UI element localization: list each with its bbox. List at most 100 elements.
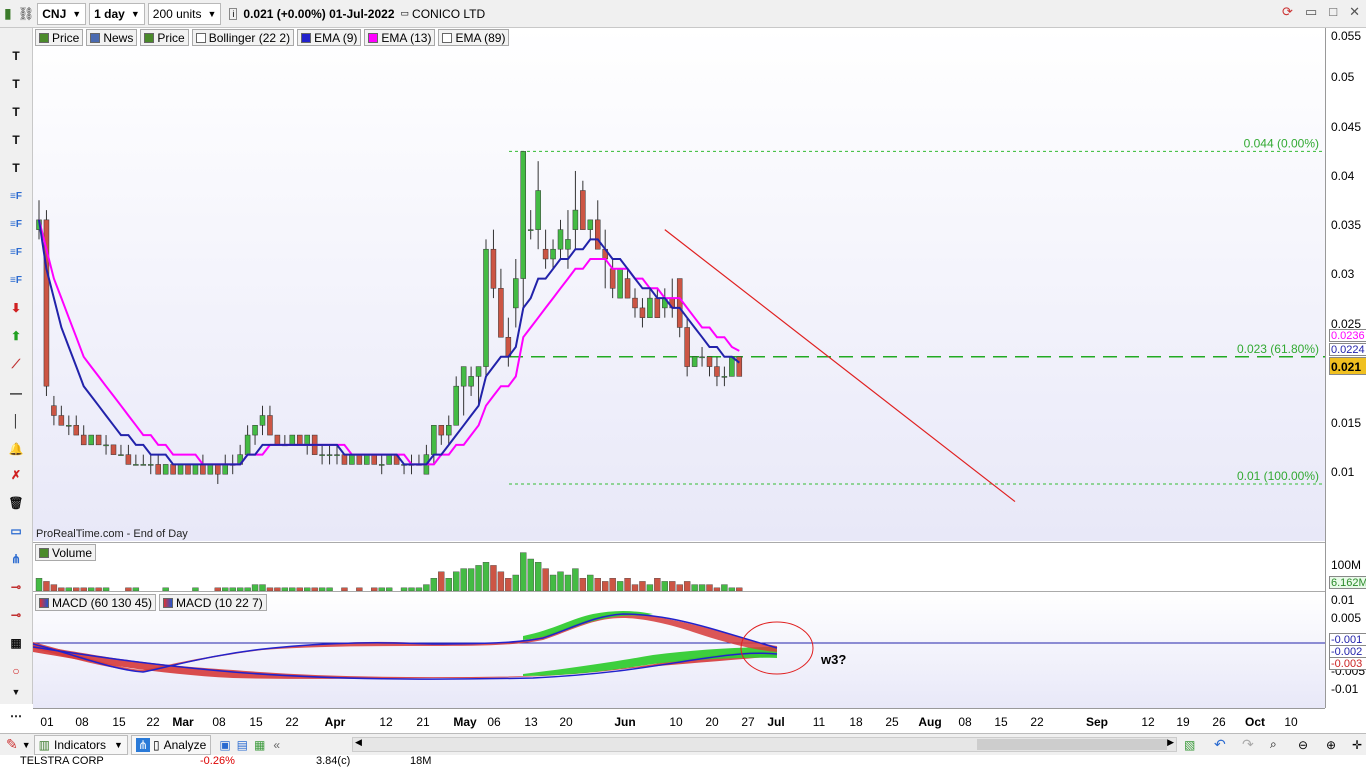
candle-body: [624, 278, 631, 299]
sell-arrow-icon[interactable]: ⬇: [5, 298, 27, 318]
macd-panel[interactable]: MACD (60 130 45) MACD (10 22 7) w3?: [33, 591, 1325, 708]
volume-bar: [572, 568, 579, 591]
share-icon[interactable]: ⋔: [5, 549, 27, 569]
compare-icon[interactable]: ▤: [237, 738, 248, 752]
date-axis[interactable]: 01 08 15 22 Mar 08 15 22 Apr 12 21 May 06 13 20 Jun 10 20…: [33, 708, 1325, 733]
line-tool-icon[interactable]: ⊸: [5, 605, 27, 625]
scroll-right-icon[interactable]: ▶: [1167, 737, 1174, 748]
zoom-rect-icon[interactable]: ⌕: [1270, 737, 1277, 752]
candle-body: [468, 376, 474, 387]
date-axis-label: 25: [885, 715, 899, 729]
candle-body: [244, 434, 251, 455]
alert-delete-icon[interactable]: ✗: [5, 465, 27, 485]
price-tag: 0.0236: [1329, 329, 1366, 342]
chart-type-icon[interactable]: ▮: [4, 5, 12, 22]
collapse-icon[interactable]: «: [273, 738, 280, 752]
top-toolbar: ▮ ⛓ CNJ ▼ 1 day ▼ 200 units ▼ i 0.021 (+0.0…: [0, 0, 1366, 28]
chevron-down-icon[interactable]: ▼: [22, 740, 31, 750]
chart-scrollbar[interactable]: ◀ ▶: [352, 737, 1177, 752]
ticker-change: -0.26%: [200, 755, 235, 767]
date-axis-label: 01: [40, 715, 54, 729]
ticker-strip[interactable]: TELSTRA CORP -0.26% 3.84(c) 18M: [0, 755, 1366, 768]
volume-panel[interactable]: Volume: [33, 542, 1325, 591]
drawing-toolbar: T T T T T ≡F ≡F ≡F ≡F ⬇ ⬆ ⟋ — │ 🔔 ✗ 🗑 ▭ ⋔ ⊸ ⊸ ▦ ○ ▼ ⋯: [0, 28, 33, 723]
sync-icon[interactable]: ⟳: [1282, 4, 1293, 20]
zoom-in-icon[interactable]: ⊕: [1326, 738, 1336, 752]
minimize-icon[interactable]: ▭: [1305, 4, 1317, 20]
volume-chart[interactable]: [33, 543, 1325, 591]
candle-body: [535, 190, 541, 230]
fibonacci-icon[interactable]: ≡F: [5, 270, 27, 290]
date-axis-label: 10: [669, 715, 683, 729]
undo-icon[interactable]: ↶: [1214, 736, 1226, 753]
ellipse-icon[interactable]: ○: [5, 661, 27, 681]
macd-tag: -0.003: [1329, 657, 1366, 670]
more-icon[interactable]: ⋯: [5, 706, 27, 726]
fibonacci-icon[interactable]: ≡F: [5, 242, 27, 262]
price-chart[interactable]: 0.044 (0.00%) 0.023 (61.80%) 0.01 (100.00%…: [33, 28, 1325, 541]
rectangle-icon[interactable]: ▭: [5, 521, 27, 541]
text-tool-icon[interactable]: T: [5, 158, 27, 178]
text-tool-icon[interactable]: T: [5, 102, 27, 122]
date-axis-label: 10: [1284, 715, 1298, 729]
price-panel[interactable]: Price News Price Bollinger (22 2) EMA (9) EMA…: [33, 28, 1325, 541]
zoom-fit-icon[interactable]: ▧: [1184, 738, 1195, 752]
candle-body: [654, 297, 661, 318]
scroll-thumb[interactable]: [977, 739, 1167, 750]
buy-arrow-icon[interactable]: ⬆: [5, 326, 27, 346]
maximize-icon[interactable]: □: [1329, 4, 1337, 20]
units-label: 200 units: [152, 6, 202, 21]
candle-body: [684, 327, 690, 367]
link-icon[interactable]: ⛓: [18, 6, 35, 22]
period-selector[interactable]: 1 day ▼: [89, 2, 145, 25]
volume-bar: [438, 571, 445, 591]
macd-axis-label: 0.01: [1331, 593, 1355, 607]
symbol-selector[interactable]: CNJ ▼: [37, 2, 87, 25]
screen-icon[interactable]: ▣: [219, 738, 230, 752]
volume-bar: [512, 574, 519, 591]
analyze-button[interactable]: ⋔ ▯ Analyze: [130, 734, 212, 755]
right-axis[interactable]: 0.055 0.05 0.045 0.04 0.035 0.03 0.025 0.015 0.0…: [1325, 28, 1366, 708]
fibonacci-icon[interactable]: ≡F: [5, 214, 27, 234]
ruler-icon[interactable]: ▦: [5, 633, 27, 653]
cursor-icon[interactable]: ✛: [1352, 738, 1362, 752]
candle-body: [88, 434, 94, 446]
chevron-down-icon[interactable]: ▼: [5, 682, 27, 702]
line-tool-icon[interactable]: ⊸: [5, 577, 27, 597]
trendline-icon[interactable]: ⟋: [5, 354, 27, 374]
candle-body: [297, 434, 303, 446]
text-tool-icon[interactable]: T: [5, 46, 27, 66]
redo-icon[interactable]: ↷: [1242, 736, 1254, 753]
indicators-button[interactable]: ▥ Indicators ▼: [33, 734, 128, 755]
trash-icon[interactable]: 🗑: [5, 493, 27, 513]
fibonacci-icon[interactable]: ≡F: [5, 186, 27, 206]
horizontal-line-icon[interactable]: —: [5, 383, 27, 403]
analyze-label: Analyze: [163, 737, 207, 752]
volume-bar: [534, 562, 542, 591]
chevron-down-icon: ▼: [130, 8, 140, 19]
volume-bar: [564, 574, 572, 591]
info-icon[interactable]: i: [229, 7, 238, 20]
candle-body: [155, 464, 161, 475]
alert-icon[interactable]: 🔔: [5, 439, 27, 459]
candle-body: [617, 268, 623, 299]
macd-chart[interactable]: w3?: [33, 592, 1325, 709]
candle-body: [527, 229, 534, 231]
text-tool-icon[interactable]: T: [5, 74, 27, 94]
units-selector[interactable]: 200 units ▼: [147, 2, 222, 25]
zoom-out-icon[interactable]: ⊖: [1298, 738, 1308, 752]
text-tool-icon[interactable]: T: [5, 130, 27, 150]
date-axis-label: Oct: [1244, 715, 1266, 729]
drawing-mode-icon[interactable]: ✎: [6, 736, 18, 753]
vertical-line-icon[interactable]: │: [5, 411, 27, 431]
date-axis-label: 15: [994, 715, 1008, 729]
date-axis-label: 26: [1212, 715, 1226, 729]
candle-body: [498, 288, 504, 338]
candle-body: [438, 425, 445, 436]
candle-body: [386, 454, 392, 465]
ticker-name: TELSTRA CORP: [20, 755, 104, 767]
chart-icon[interactable]: ▦: [254, 738, 265, 752]
close-icon[interactable]: ✕: [1349, 4, 1360, 20]
scroll-left-icon[interactable]: ◀: [355, 737, 362, 748]
price-axis-label: 0.055: [1331, 29, 1362, 43]
